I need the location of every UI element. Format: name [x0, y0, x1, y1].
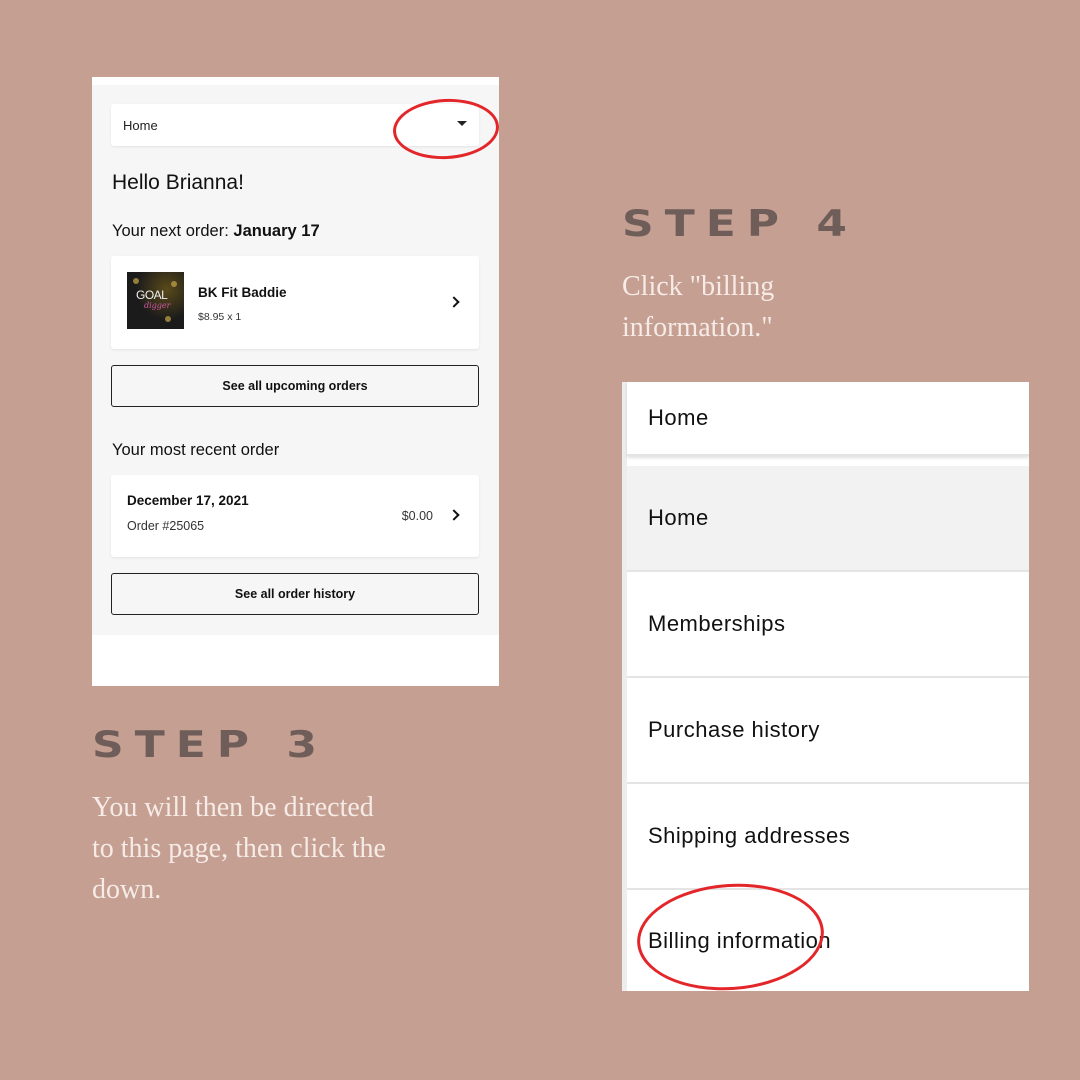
see-order-history-button[interactable]: See all order history [111, 573, 479, 615]
recent-order-heading: Your most recent order [112, 441, 280, 459]
product-price: $8.95 x 1 [198, 311, 242, 323]
next-order-label: Your next order: [112, 222, 229, 240]
chevron-right-icon[interactable] [448, 509, 460, 521]
see-upcoming-orders-button[interactable]: See all upcoming orders [111, 365, 479, 407]
order-number: Order #25065 [127, 519, 205, 533]
navigation-select[interactable]: Home [111, 104, 479, 146]
menu-item-memberships[interactable]: Memberships [627, 572, 1029, 678]
next-order-date: January 17 [233, 222, 320, 240]
step4-title: STEP 4 [622, 203, 858, 245]
product-name: BK Fit Baddie [198, 285, 287, 300]
thumbnail-subtext: digger [144, 301, 171, 310]
step3-description: You will then be directed to this page, … [92, 792, 386, 905]
account-page-screenshot: Home Hello Brianna! Your next order: Jan… [92, 77, 499, 686]
menu-item-purchase-history[interactable]: Purchase history [627, 678, 1029, 784]
step3-title: STEP 3 [92, 724, 328, 766]
product-thumbnail: GOAL digger [127, 272, 184, 329]
thumbnail-text: GOAL [136, 288, 168, 302]
navigation-menu-screenshot: Home Home Memberships Purchase history S… [622, 382, 1029, 991]
menu-item-shipping-addresses[interactable]: Shipping addresses [627, 784, 1029, 890]
upcoming-order-card[interactable]: GOAL digger BK Fit Baddie $8.95 x 1 [111, 256, 479, 349]
menu-select-header[interactable]: Home [627, 382, 1029, 456]
order-date: December 17, 2021 [127, 493, 249, 508]
navigation-select-value: Home [123, 117, 158, 133]
account-page-content: Home Hello Brianna! Your next order: Jan… [92, 85, 499, 635]
menu-item-billing-information[interactable]: Billing information [627, 890, 1029, 991]
caret-down-icon[interactable] [457, 121, 467, 126]
greeting-heading: Hello Brianna! [112, 171, 244, 194]
menu-item-home[interactable]: Home [627, 466, 1029, 572]
recent-order-card[interactable]: December 17, 2021 Order #25065 $0.00 [111, 475, 479, 557]
chevron-right-icon[interactable] [448, 296, 460, 308]
order-amount: $0.00 [401, 509, 433, 523]
next-order-heading: Your next order: January 17 [112, 222, 320, 241]
step4-description: Click "billing information." [622, 271, 775, 343]
